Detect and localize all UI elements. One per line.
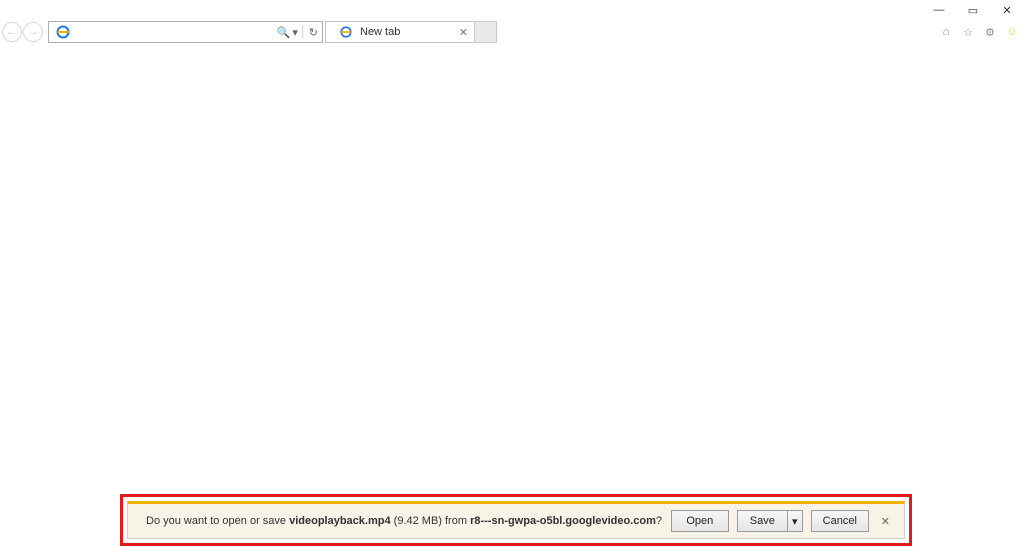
download-host: r8---sn-gwpa-o5bl.googlevideo.com xyxy=(470,515,656,527)
arrow-left-icon: ← xyxy=(7,26,18,38)
back-button[interactable]: ← xyxy=(2,22,22,42)
open-button[interactable]: Open xyxy=(671,510,729,532)
refresh-icon[interactable]: ↻ xyxy=(309,26,318,39)
download-notification-bar: Do you want to open or save videoplaybac… xyxy=(127,501,905,539)
ie-favicon-icon xyxy=(55,24,71,40)
cancel-button[interactable]: Cancel xyxy=(811,510,869,532)
ie-favicon-icon xyxy=(338,24,354,40)
search-dropdown-icon[interactable]: ▾ xyxy=(292,26,298,39)
tab-title: New tab xyxy=(360,26,453,38)
close-icon: ✕ xyxy=(1002,4,1011,17)
search-icon[interactable]: 🔍 xyxy=(277,26,291,39)
tools-icon[interactable]: ⚙ xyxy=(982,24,998,40)
annotation-highlight: Do you want to open or save videoplaybac… xyxy=(120,494,912,546)
tab-close-button[interactable]: ✕ xyxy=(459,26,468,39)
home-icon[interactable]: ⌂ xyxy=(938,24,954,40)
close-window-button[interactable]: ✕ xyxy=(990,0,1024,20)
favorites-icon[interactable]: ☆ xyxy=(960,24,976,40)
download-message: Do you want to open or save videoplaybac… xyxy=(146,515,663,527)
arrow-right-icon: → xyxy=(28,26,39,38)
tab-new[interactable]: New tab ✕ xyxy=(325,21,475,43)
forward-button[interactable]: → xyxy=(23,22,43,42)
feedback-icon[interactable]: ☺ xyxy=(1004,24,1020,40)
close-icon: ✕ xyxy=(881,516,890,528)
chevron-down-icon: ▾ xyxy=(792,515,798,528)
new-tab-button[interactable] xyxy=(475,21,497,43)
save-button[interactable]: Save xyxy=(737,510,787,532)
save-dropdown-button[interactable]: ▾ xyxy=(787,510,803,532)
minimize-button[interactable]: — xyxy=(922,0,956,20)
address-input[interactable] xyxy=(71,26,277,38)
maximize-icon: ▭ xyxy=(968,4,978,17)
notification-close-button[interactable]: ✕ xyxy=(877,515,894,528)
minimize-icon: — xyxy=(934,4,945,16)
separator: │ xyxy=(300,26,307,38)
address-bar[interactable]: 🔍 ▾ │ ↻ xyxy=(48,21,323,43)
download-filename: videoplayback.mp4 xyxy=(289,515,391,527)
maximize-button[interactable]: ▭ xyxy=(956,0,990,20)
save-split-button: Save ▾ xyxy=(737,510,803,532)
